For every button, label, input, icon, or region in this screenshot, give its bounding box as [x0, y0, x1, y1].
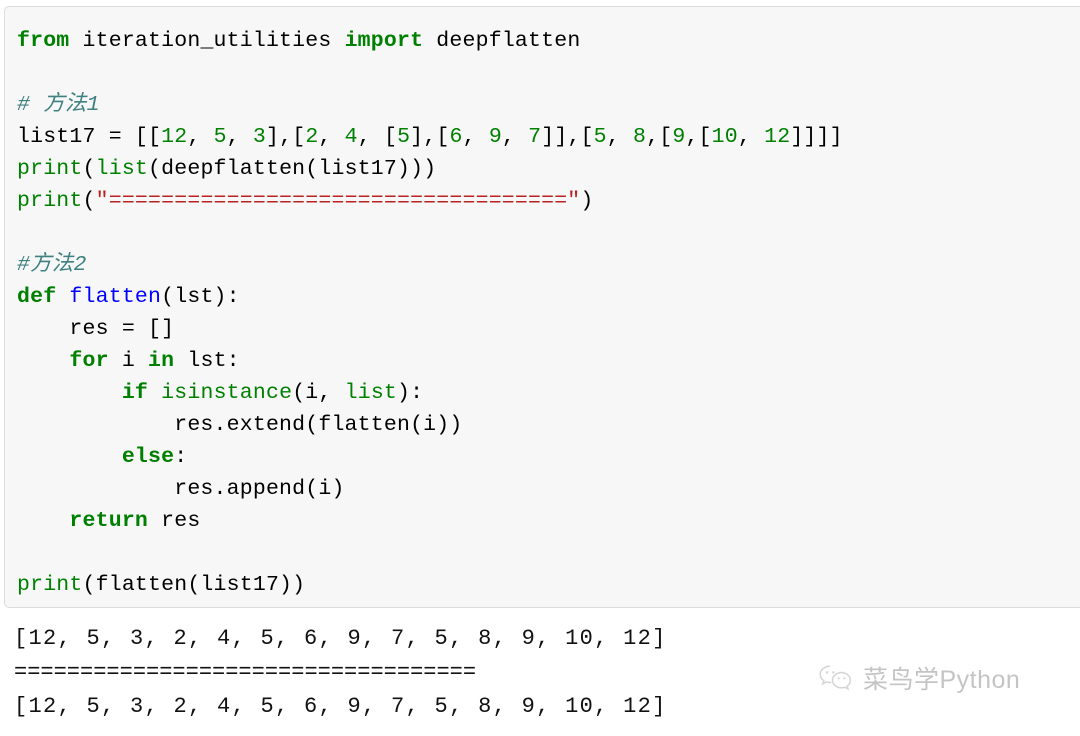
code-token: if: [121, 381, 149, 405]
line-if-isinstance: if isinstance(i, list):: [17, 377, 1080, 409]
code-token: ,: [606, 125, 633, 149]
line-for-loop: for i in lst:: [17, 345, 1080, 377]
code-token: for: [69, 349, 109, 373]
line-list17: list17 = [[12, 5, 3],[2, 4, [5],[6, 9, 7…: [17, 121, 1080, 153]
line-blank-2: [17, 217, 1080, 249]
code-token: ,: [226, 125, 253, 149]
code-token: ): [580, 189, 594, 213]
code-token: , [: [357, 125, 398, 149]
line-blank-1: [17, 57, 1080, 89]
code-token: 5: [397, 125, 411, 149]
code-token: "===================================": [95, 189, 581, 213]
line-blank-3: [17, 537, 1080, 569]
code-token: ]]]]: [790, 125, 843, 149]
code-token: res.extend(flatten(i)): [17, 413, 463, 437]
code-token: def: [17, 285, 57, 309]
line-return: return res: [17, 505, 1080, 537]
code-token: ,: [187, 125, 214, 149]
code-token: ,: [501, 125, 529, 149]
line-comment-method2: #方法2: [17, 249, 1080, 281]
code-token: print: [17, 157, 83, 181]
code-token: ,: [737, 125, 765, 149]
code-token: res.append(i): [17, 477, 345, 501]
code-token: #方法2: [17, 253, 87, 277]
line-else: else:: [17, 441, 1080, 473]
code-token: 4: [344, 125, 358, 149]
code-token: ],[: [410, 125, 450, 149]
code-token: import: [344, 29, 424, 53]
code-token: (i,: [292, 381, 345, 405]
code-token: 5: [593, 125, 607, 149]
code-token: 5: [213, 125, 227, 149]
code-token: 8: [633, 125, 647, 149]
line-print-deepflatten: print(list(deepflatten(list17))): [17, 153, 1080, 185]
code-token: # 方法1: [17, 93, 100, 117]
code-token: 7: [528, 125, 542, 149]
code-token: in: [148, 349, 175, 373]
wechat-logo-icon: [818, 663, 854, 693]
code-token: 2: [305, 125, 319, 149]
code-token: isinstance: [161, 381, 293, 405]
code-token: 12: [161, 125, 188, 149]
line-comment-method1: # 方法1: [17, 89, 1080, 121]
code-token: (lst):: [161, 285, 240, 309]
code-token: print: [17, 189, 83, 213]
code-token: (flatten(list17)): [82, 573, 306, 597]
code-token: ,[: [646, 125, 673, 149]
code-token: res = []: [17, 317, 175, 341]
code-token: ):: [397, 381, 424, 405]
code-token: list17 = [[: [17, 125, 162, 149]
code-token: 12: [764, 125, 791, 149]
code-token: (: [82, 189, 96, 213]
code-token: 9: [672, 125, 686, 149]
code-token: 3: [252, 125, 266, 149]
code-token: i: [108, 349, 149, 373]
watermark-text: 菜鸟学Python: [863, 666, 1021, 694]
code-token: deepflatten: [423, 29, 581, 53]
code-token: iteration_utilities: [69, 29, 345, 53]
code-token: list: [344, 381, 398, 405]
line-print-separator: print("=================================…: [17, 185, 1080, 217]
line-print-flatten: print(flatten(list17)): [17, 569, 1080, 601]
line-res-init: res = []: [17, 313, 1080, 345]
code-token: else: [121, 445, 175, 469]
code-token: 10: [711, 125, 738, 149]
code-token: ],[: [266, 125, 306, 149]
code-token: ,: [462, 125, 489, 149]
code-token: return: [69, 509, 149, 533]
code-token: flatten: [69, 285, 162, 309]
code-token: (deepflatten(list17))): [148, 157, 437, 181]
line-res-extend: res.extend(flatten(i)): [17, 409, 1080, 441]
code-token: print: [17, 573, 83, 597]
code-token: (: [82, 157, 96, 181]
code-token: :: [174, 445, 188, 469]
code-token: from: [17, 29, 70, 53]
code-token: list: [95, 157, 149, 181]
code-token: 9: [488, 125, 502, 149]
line-res-append: res.append(i): [17, 473, 1080, 505]
line-import: from iteration_utilities import deepflat…: [17, 25, 1080, 57]
code-token: lst:: [174, 349, 240, 373]
watermark: 菜鸟学Python: [818, 660, 1020, 696]
code-block: from iteration_utilities import deepflat…: [4, 6, 1080, 608]
code-token: 6: [449, 125, 463, 149]
line-def-flatten: def flatten(lst):: [17, 281, 1080, 313]
code-token: res: [148, 509, 201, 533]
output-line-1: [12, 5, 3, 2, 4, 5, 6, 9, 7, 5, 8, 9, 10…: [14, 626, 667, 651]
code-token: ,[: [685, 125, 712, 149]
code-token: ]],[: [541, 125, 594, 149]
code-token: ,: [318, 125, 345, 149]
